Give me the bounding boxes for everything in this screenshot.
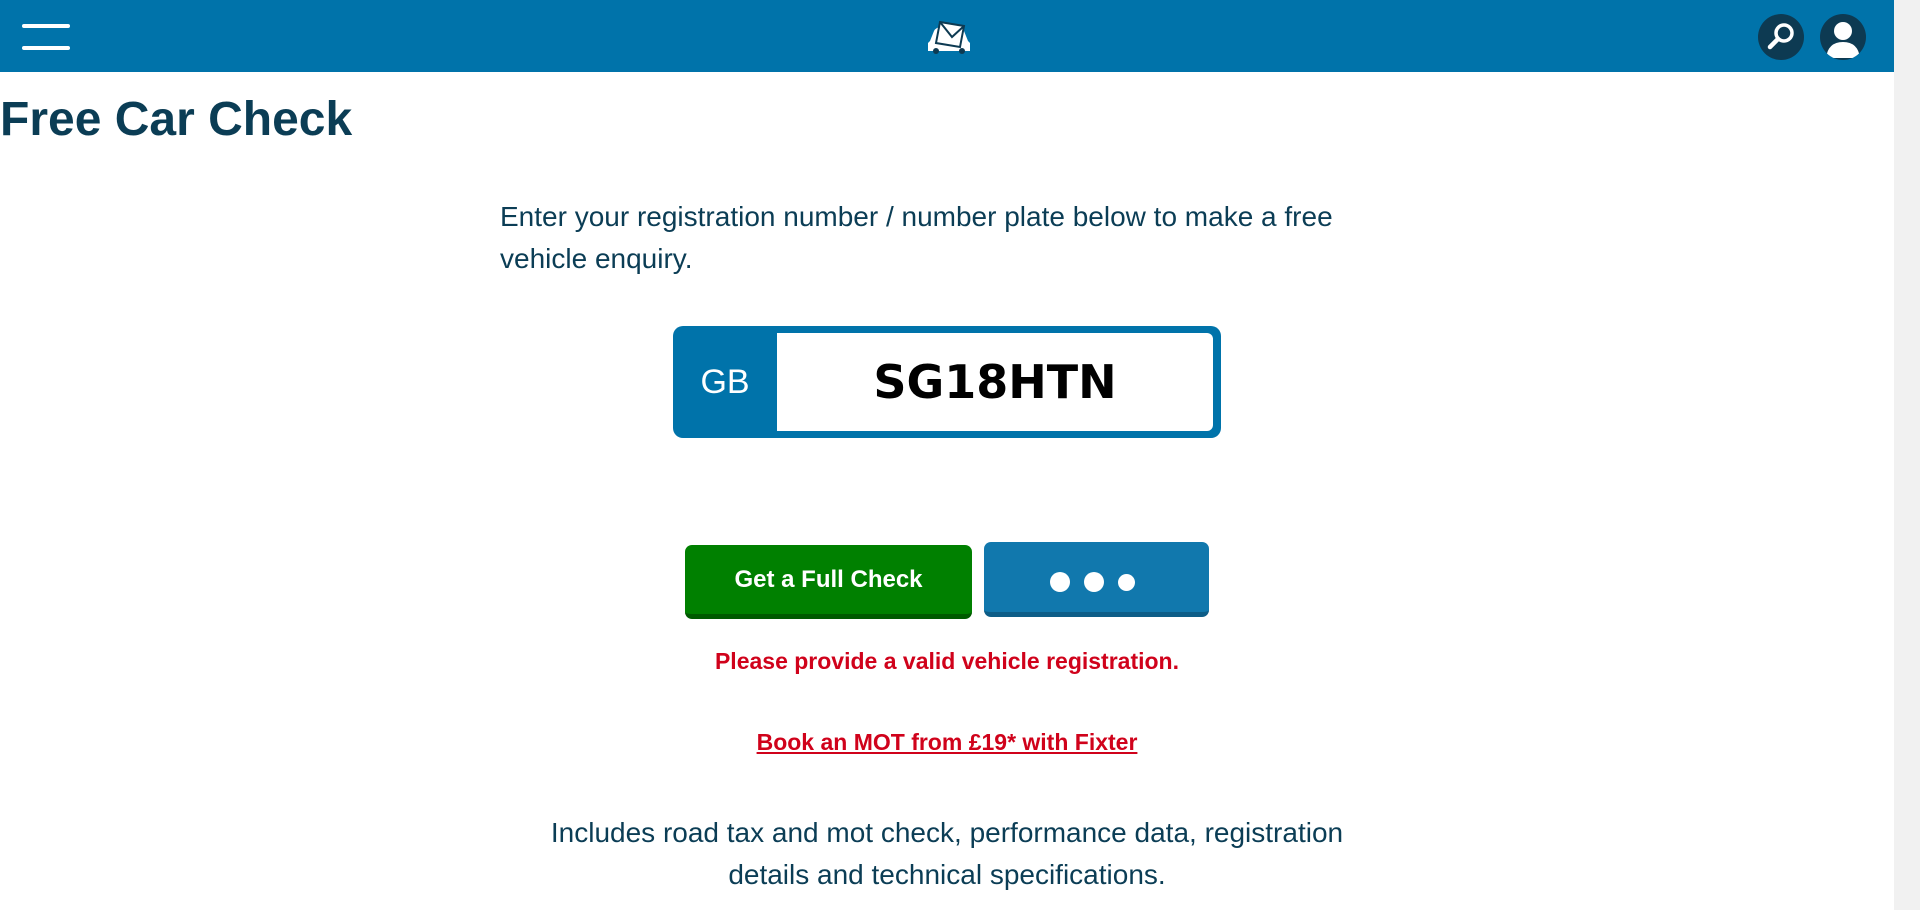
site-logo-icon[interactable] (924, 17, 974, 57)
number-plate: GB (673, 326, 1221, 438)
dot-icon (1084, 572, 1104, 592)
scrollbar[interactable] (1894, 0, 1920, 910)
registration-input[interactable] (777, 333, 1213, 431)
hamburger-menu-icon[interactable] (22, 24, 70, 50)
error-message: Please provide a valid vehicle registrat… (714, 648, 1180, 674)
mot-link-wrapper: Book an MOT from £19* with Fixter (0, 729, 1894, 756)
dot-icon (1050, 572, 1070, 592)
includes-text: Includes road tax and mot check, perform… (550, 817, 1344, 890)
user-icon (1826, 22, 1860, 58)
top-nav-bar (0, 0, 1894, 72)
dot-icon (1118, 574, 1135, 591)
book-mot-link[interactable]: Book an MOT from £19* with Fixter (757, 729, 1138, 755)
page-title: Free Car Check (0, 93, 353, 146)
search-button[interactable] (1758, 14, 1804, 60)
loading-button[interactable] (984, 542, 1209, 617)
intro-text: Enter your registration number / number … (500, 201, 1333, 274)
account-button[interactable] (1820, 14, 1866, 60)
get-full-check-button[interactable]: Get a Full Check (685, 545, 972, 619)
search-icon (1767, 23, 1794, 50)
plate-country-code: GB (700, 363, 750, 401)
